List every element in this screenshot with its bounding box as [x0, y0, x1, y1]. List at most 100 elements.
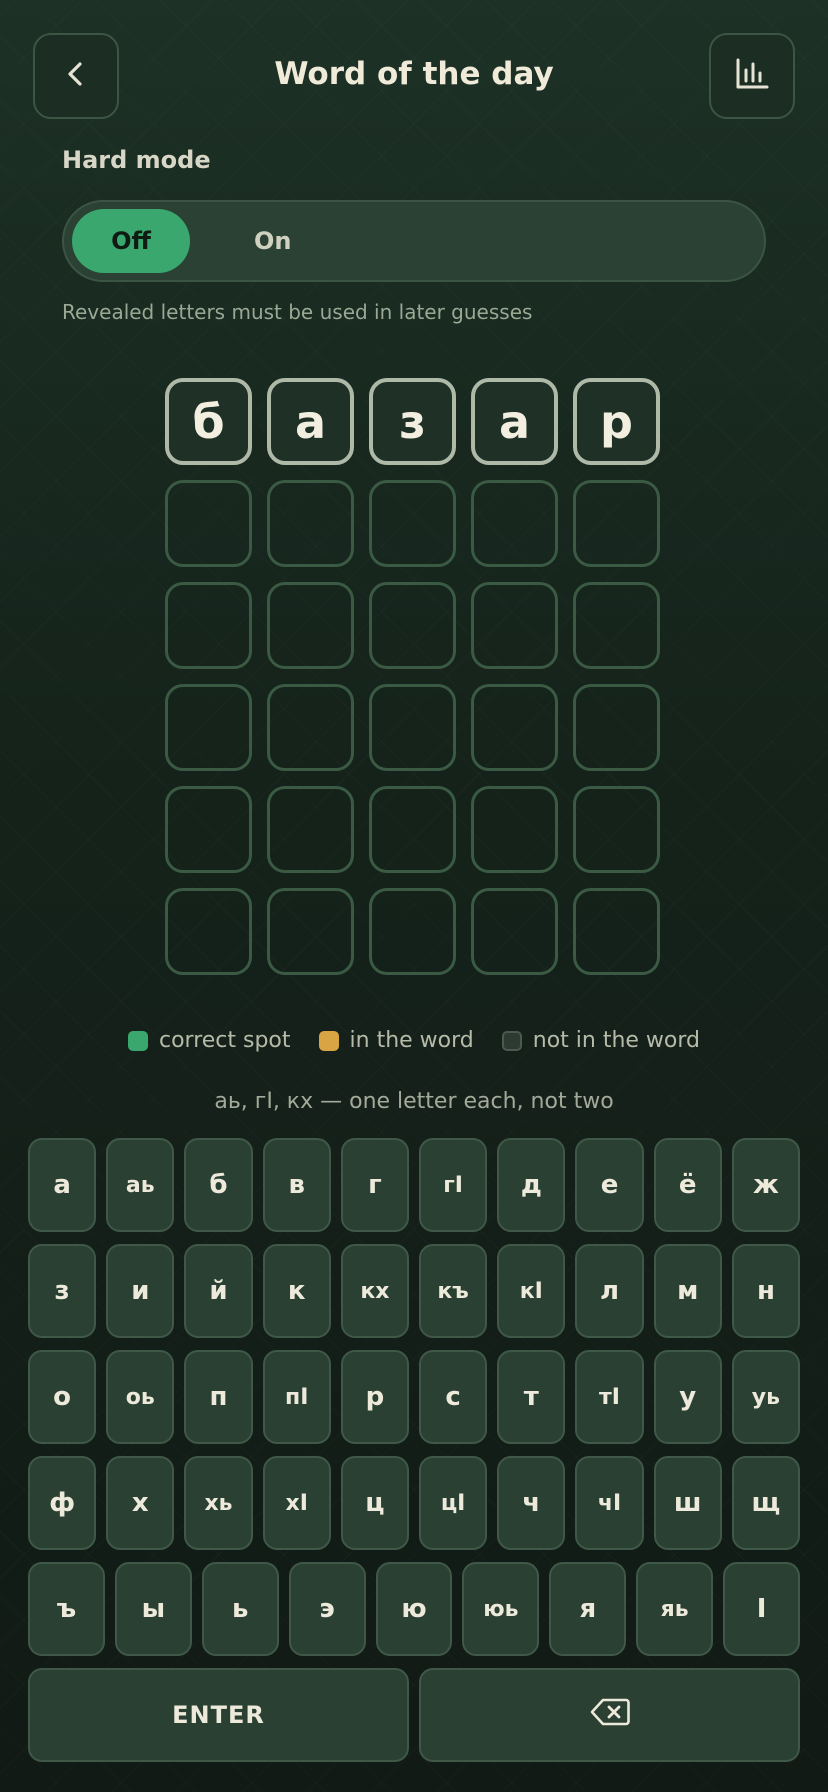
hard-mode-label: Hard mode — [62, 146, 211, 174]
key[interactable]: г — [340, 1138, 410, 1232]
key[interactable]: чӀ — [575, 1456, 644, 1550]
stats-button[interactable] — [709, 33, 795, 119]
key[interactable]: т — [497, 1350, 566, 1444]
key[interactable]: ш — [653, 1456, 722, 1550]
key[interactable]: ц — [340, 1456, 410, 1550]
correct-swatch — [127, 1030, 148, 1051]
letter-tile — [471, 480, 558, 567]
letter-tile: а — [267, 378, 354, 465]
guess-row — [165, 786, 665, 873]
guess-row — [165, 480, 665, 567]
key[interactable]: ё — [653, 1138, 722, 1232]
key[interactable]: о — [28, 1350, 97, 1444]
key[interactable]: кӀ — [497, 1244, 566, 1338]
legend-label: correct spot — [158, 1028, 291, 1053]
key[interactable]: юь — [462, 1562, 540, 1656]
key[interactable]: цӀ — [419, 1456, 488, 1550]
hard-mode-on-option[interactable]: On — [254, 209, 292, 273]
backspace-button[interactable] — [419, 1668, 800, 1762]
key[interactable]: щ — [731, 1456, 801, 1550]
backspace-icon — [590, 1698, 630, 1732]
letter-tile — [165, 786, 252, 873]
letter-tile — [369, 684, 456, 771]
key[interactable]: х — [106, 1456, 175, 1550]
letter-tile — [471, 684, 558, 771]
legend-item: not in the word — [501, 1028, 701, 1053]
key[interactable]: я — [549, 1562, 627, 1656]
key[interactable]: оь — [106, 1350, 175, 1444]
key[interactable]: н — [731, 1244, 801, 1338]
key[interactable]: пӀ — [262, 1350, 331, 1444]
letter-tile — [267, 684, 354, 771]
enter-button[interactable]: ENTER — [28, 1668, 409, 1762]
key[interactable]: яь — [636, 1562, 714, 1656]
key[interactable]: в — [262, 1138, 331, 1232]
key[interactable]: ъ — [28, 1562, 105, 1656]
key[interactable]: хь — [184, 1456, 253, 1550]
letter-tile — [267, 786, 354, 873]
legend-label: not in the word — [532, 1028, 701, 1053]
key[interactable]: э — [288, 1562, 366, 1656]
letter-tile — [573, 684, 660, 771]
hard-mode-off-option[interactable]: Off — [72, 209, 190, 273]
key[interactable]: тӀ — [575, 1350, 644, 1444]
legend-item: correct spot — [127, 1028, 291, 1053]
color-legend: correct spot in the word not in the word — [0, 1028, 828, 1053]
key[interactable]: ж — [731, 1138, 801, 1232]
guess-row — [165, 684, 665, 771]
key[interactable]: р — [340, 1350, 410, 1444]
letter-tile — [267, 888, 354, 975]
key[interactable]: ф — [28, 1456, 97, 1550]
key[interactable]: л — [575, 1244, 644, 1338]
key[interactable]: д — [497, 1138, 566, 1232]
keyboard-row: а аь б в г гӀ д е ё ж — [28, 1138, 801, 1232]
letter-tile — [573, 582, 660, 669]
key[interactable]: ч — [497, 1456, 566, 1550]
key[interactable]: е — [575, 1138, 644, 1232]
letter-tile — [267, 582, 354, 669]
key[interactable]: й — [184, 1244, 253, 1338]
hard-mode-toggle[interactable]: Off On — [62, 200, 766, 282]
letter-tile — [369, 888, 456, 975]
key[interactable]: а — [28, 1138, 97, 1232]
key[interactable]: б — [184, 1138, 253, 1232]
key[interactable]: къ — [419, 1244, 488, 1338]
key[interactable]: уь — [731, 1350, 801, 1444]
letter-tile: а — [471, 378, 558, 465]
letter-tile — [573, 888, 660, 975]
digraph-hint: аь, гӀ, кх — one letter each, not two — [214, 1089, 614, 1114]
letter-tile — [165, 684, 252, 771]
key[interactable]: хӀ — [262, 1456, 331, 1550]
key[interactable]: аь — [106, 1138, 175, 1232]
key[interactable]: м — [653, 1244, 722, 1338]
key[interactable]: п — [184, 1350, 253, 1444]
letter-tile — [165, 888, 252, 975]
letter-tile — [573, 786, 660, 873]
hard-mode-help-text: Revealed letters must be used in later g… — [62, 300, 533, 324]
keyboard-row: о оь п пӀ р с т тӀ у уь — [28, 1350, 801, 1444]
letter-tile — [471, 786, 558, 873]
key[interactable]: с — [419, 1350, 488, 1444]
key[interactable]: гӀ — [419, 1138, 488, 1232]
key[interactable]: ю — [375, 1562, 453, 1656]
keyboard: а аь б в г гӀ д е ё ж з и й к кх къ кӀ л… — [28, 1138, 801, 1774]
bar-chart-icon — [734, 56, 770, 96]
key[interactable]: и — [106, 1244, 175, 1338]
absent-swatch — [501, 1030, 522, 1051]
guess-row: б а з а р — [165, 378, 665, 465]
key[interactable]: з — [28, 1244, 97, 1338]
key[interactable]: ь — [201, 1562, 279, 1656]
letter-tile — [165, 480, 252, 567]
key[interactable]: ы — [114, 1562, 192, 1656]
letter-tile: з — [369, 378, 456, 465]
key[interactable]: кх — [340, 1244, 410, 1338]
letter-tile — [267, 480, 354, 567]
key[interactable]: Ӏ — [723, 1562, 801, 1656]
key[interactable]: к — [262, 1244, 331, 1338]
guess-row — [165, 582, 665, 669]
guess-row — [165, 888, 665, 975]
letter-tile — [165, 582, 252, 669]
key[interactable]: у — [653, 1350, 722, 1444]
keyboard-row: ъ ы ь э ю юь я яь Ӏ — [28, 1562, 801, 1656]
legend-item: in the word — [318, 1028, 474, 1053]
